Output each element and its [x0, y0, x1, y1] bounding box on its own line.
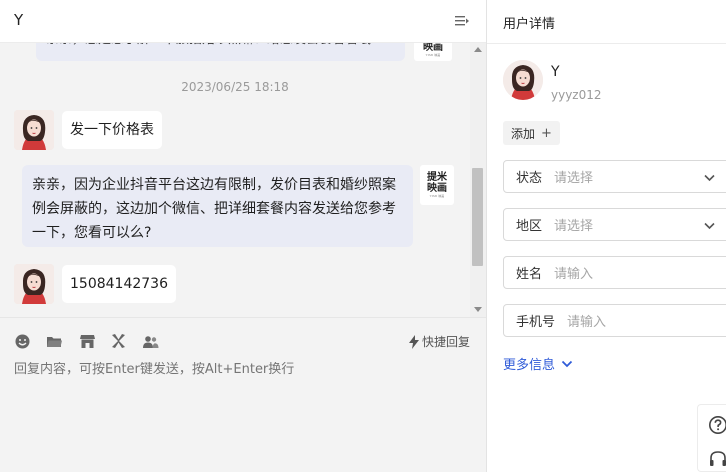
quick-reply-button[interactable]: 快捷回复 — [408, 333, 470, 350]
contacts-icon[interactable] — [142, 333, 159, 350]
phone-label: 手机号 — [516, 315, 556, 330]
customer-message: 发一下价格表 — [62, 111, 162, 149]
chevron-down-icon — [704, 222, 715, 230]
agent-message-partial: 亲亲，您是想了解一下旅拍婚纱照嘛？给您发套餐看看哦 — [36, 43, 405, 61]
more-info-toggle[interactable]: 更多信息 — [503, 354, 573, 373]
region-label: 地区 — [516, 219, 543, 234]
menu-icon[interactable] — [454, 13, 470, 29]
customer-avatar[interactable] — [14, 264, 54, 304]
emoji-icon[interactable] — [14, 333, 31, 350]
store-icon[interactable] — [79, 333, 96, 350]
region-select[interactable]: 地区 请选择 — [503, 208, 726, 241]
name-placeholder: 请输入 — [554, 267, 594, 282]
agent-message: 亲亲，因为企业抖音平台这边有限制，发价目表和婚纱照案 例会屏蔽的，这边加个微信、… — [22, 165, 413, 247]
profile-avatar[interactable] — [503, 60, 543, 100]
customer-service-icon[interactable] — [708, 449, 726, 469]
scroll-down-arrow-icon[interactable] — [474, 307, 482, 312]
chevron-down-icon — [704, 174, 715, 182]
user-id: yyyz012 — [551, 88, 602, 102]
chat-header: Y — [0, 0, 486, 43]
plus-icon: + — [541, 125, 552, 141]
user-name: Y — [551, 64, 560, 80]
phone-field[interactable]: 手机号 请输入 — [503, 304, 726, 337]
agent-brand-logo: 提米 映画 TIMI 映画 — [414, 43, 452, 61]
message-list[interactable]: 亲亲，您是想了解一下旅拍婚纱照嘛？给您发套餐看看哦 提米 映画 TIMI 映画 … — [0, 43, 470, 317]
name-label: 姓名 — [516, 267, 543, 282]
chat-title: Y — [14, 11, 24, 29]
status-value: 请选择 — [554, 171, 594, 186]
scrollbar-thumb[interactable] — [472, 168, 483, 266]
scroll-up-arrow-icon[interactable] — [474, 47, 482, 52]
floating-toolbar — [697, 404, 726, 472]
phone-placeholder: 请输入 — [567, 315, 607, 330]
quick-reply-label: 快捷回复 — [422, 335, 471, 349]
name-field[interactable]: 姓名 请输入 — [503, 256, 726, 289]
user-detail-pane: 用户详情 Y yyyz012 添加 + 状态 请选择 地区 请选择 姓名 请输入… — [487, 0, 726, 472]
help-icon[interactable] — [708, 415, 726, 435]
add-tag-label: 添加 — [511, 126, 536, 141]
chat-pane: Y 亲亲，您是想了解一下旅拍婚纱照嘛？给您发套餐看看哦 提米 映画 TIMI 映… — [0, 0, 487, 472]
lightning-icon — [409, 334, 419, 349]
message-timestamp: 2023/06/25 18:18 — [181, 80, 289, 94]
agent-brand-logo[interactable]: 提米 映画 TIMI 映画 — [420, 165, 454, 205]
folder-icon[interactable] — [46, 333, 63, 350]
chevron-down-icon — [561, 360, 573, 367]
detail-header: 用户详情 — [487, 0, 726, 44]
status-label: 状态 — [516, 171, 543, 186]
region-value: 请选择 — [554, 219, 594, 234]
product-icon[interactable] — [110, 333, 127, 350]
reply-input[interactable] — [14, 362, 474, 377]
more-info-label: 更多信息 — [503, 358, 556, 373]
customer-avatar[interactable] — [14, 110, 54, 150]
customer-message: 15084142736 — [62, 265, 176, 303]
detail-title: 用户详情 — [503, 17, 556, 32]
status-select[interactable]: 状态 请选择 — [503, 160, 726, 193]
add-tag-button[interactable]: 添加 + — [503, 121, 560, 145]
composer: 快捷回复 — [0, 317, 486, 472]
